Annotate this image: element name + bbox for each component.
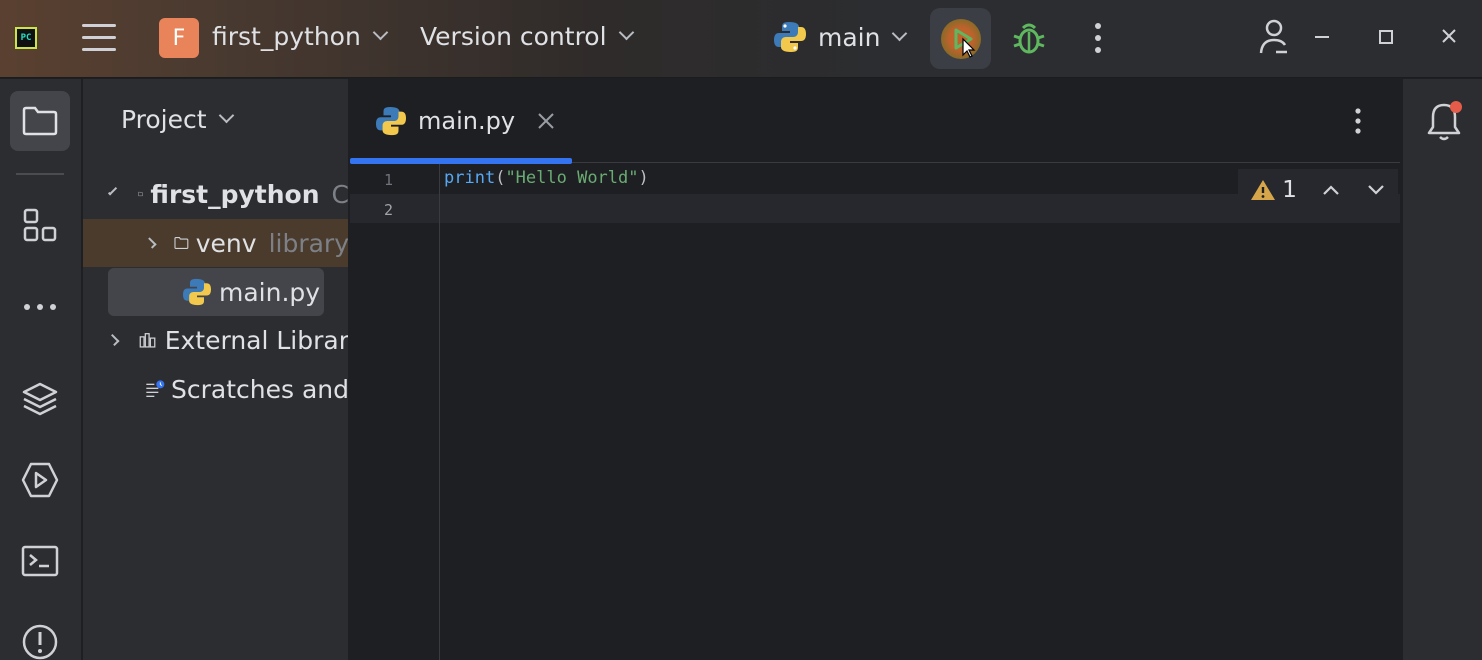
project-badge[interactable]: F	[159, 18, 199, 58]
title-bar: PC F first_python Version control main	[0, 0, 1482, 78]
project-panel-title: Project	[121, 105, 207, 134]
project-switcher[interactable]: first_python	[212, 22, 389, 51]
python-icon	[774, 22, 806, 52]
tree-item-external-libraries[interactable]: External Librar	[83, 316, 349, 364]
editor-tab-bar: main.py	[350, 79, 1400, 164]
version-control-menu[interactable]: Version control	[420, 22, 634, 51]
code-string: "Hello World"	[505, 168, 639, 188]
code-line-1[interactable]: print("Hello World")	[444, 168, 649, 188]
terminal-tool-button[interactable]	[10, 531, 70, 591]
chevron-down-icon	[892, 25, 908, 41]
line-number: 1	[383, 171, 393, 189]
project-panel: Project first_python C venv library main…	[83, 79, 349, 660]
chevron-down-icon	[218, 107, 234, 124]
warning-icon	[1251, 180, 1276, 200]
folder-icon	[174, 237, 189, 249]
code-paren-close: )	[638, 168, 649, 188]
notification-badge	[1450, 101, 1462, 113]
tree-item-root[interactable]: first_python C	[83, 170, 349, 218]
problems-tool-button[interactable]	[10, 612, 70, 660]
bug-icon	[1013, 23, 1045, 54]
run-icon	[940, 18, 981, 59]
right-tool-strip	[1402, 79, 1482, 660]
maximize-icon[interactable]	[1378, 22, 1394, 52]
more-tools-icon[interactable]	[10, 277, 70, 337]
inspection-widget: 1	[1238, 169, 1398, 211]
library-icon	[139, 333, 156, 348]
expand-arrow-icon[interactable]	[107, 333, 120, 347]
python-file-icon	[183, 278, 211, 306]
tab-options-icon[interactable]	[1354, 107, 1362, 141]
main-menu-icon[interactable]	[82, 22, 118, 54]
warnings-indicator[interactable]: 1	[1250, 177, 1297, 203]
code-paren-open: (	[495, 168, 506, 188]
account-icon[interactable]	[1258, 18, 1290, 56]
expand-arrow-icon[interactable]	[145, 237, 157, 249]
tree-item-label: venv	[195, 228, 257, 258]
warning-count: 1	[1282, 177, 1297, 203]
project-panel-header[interactable]: Project	[121, 105, 234, 134]
chevron-down-icon	[372, 24, 389, 41]
tab-main-py[interactable]: main.py	[350, 79, 572, 164]
tree-item-label: External Librar	[164, 325, 349, 355]
close-window-icon[interactable]	[1441, 22, 1457, 52]
tree-item-venv[interactable]: venv library	[83, 219, 349, 267]
problems-icon	[22, 624, 58, 660]
scratches-icon	[146, 380, 165, 397]
run-button[interactable]	[930, 8, 991, 69]
version-control-label: Version control	[420, 22, 607, 51]
run-config-name: main	[818, 22, 881, 52]
expand-arrow-icon[interactable]	[107, 186, 118, 196]
next-problem-icon[interactable]	[1366, 183, 1386, 197]
tree-item-main-py[interactable]: main.py	[83, 268, 348, 316]
python-file-icon	[376, 106, 406, 136]
close-tab-icon[interactable]	[537, 112, 555, 130]
tree-item-scratches[interactable]: Scratches and	[83, 365, 349, 413]
tree-item-hint: library	[268, 228, 349, 258]
run-tool-button[interactable]	[10, 450, 70, 510]
editor-area: main.py 1 2 print("Hello World") 1	[350, 79, 1400, 660]
terminal-icon	[21, 545, 59, 577]
previous-problem-icon[interactable]	[1321, 183, 1341, 197]
tree-item-path-hint: C	[331, 179, 349, 209]
tree-item-label: Scratches and	[171, 374, 349, 404]
debug-button[interactable]	[1012, 20, 1046, 56]
structure-icon	[23, 208, 57, 242]
run-window-icon	[21, 462, 59, 498]
pycharm-logo-icon: PC	[15, 27, 37, 49]
minimize-icon[interactable]	[1314, 22, 1330, 52]
layers-icon	[22, 382, 58, 416]
layers-tool-button[interactable]	[10, 369, 70, 429]
tree-item-label: main.py	[219, 277, 321, 307]
run-config-selector[interactable]: main	[774, 20, 908, 54]
project-tool-button[interactable]	[10, 91, 70, 151]
more-actions-icon[interactable]	[1094, 22, 1102, 54]
left-tool-strip	[0, 79, 82, 660]
tree-item-label: first_python	[150, 179, 320, 209]
chevron-down-icon	[618, 24, 634, 41]
structure-tool-button[interactable]	[10, 195, 70, 255]
line-number-gutter: 1 2	[350, 164, 440, 660]
folder-icon	[22, 106, 58, 136]
folder-icon	[138, 191, 144, 197]
line-number: 2	[383, 201, 393, 219]
toolstrip-divider	[16, 173, 64, 175]
project-name: first_python	[212, 22, 361, 51]
tab-label: main.py	[418, 107, 516, 135]
code-function: print	[444, 168, 496, 188]
